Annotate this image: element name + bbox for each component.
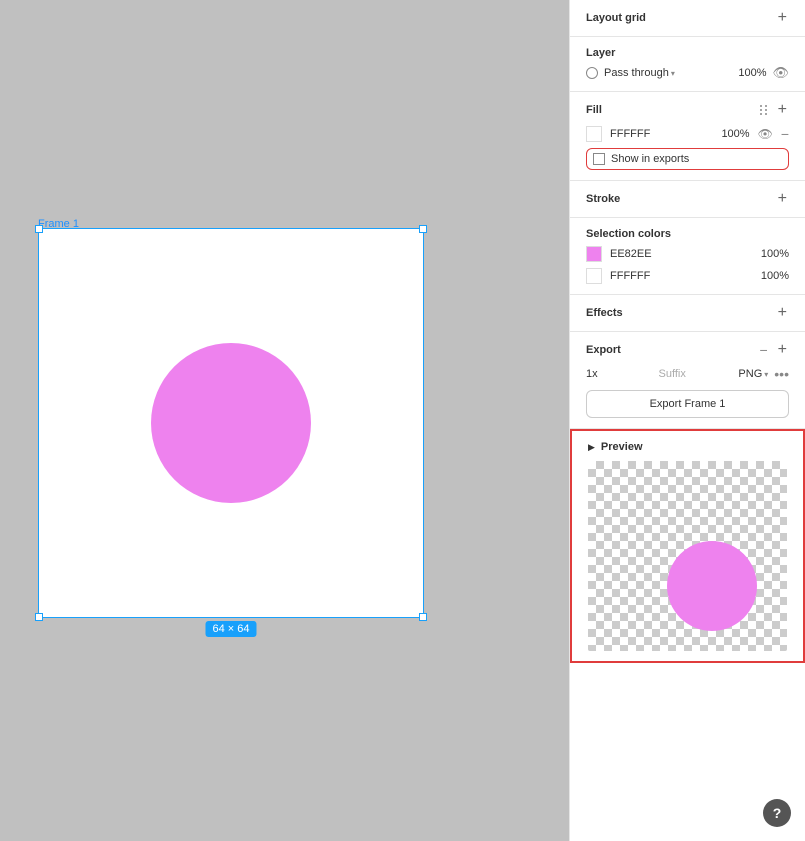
export-frame-button[interactable]: Export Frame 1 — [586, 390, 789, 418]
fill-opacity-value[interactable]: 100% — [721, 128, 749, 140]
layer-section: Layer Pass through ▾ 100% 👁 — [570, 37, 805, 92]
blend-mode-chevron: ▾ — [671, 69, 675, 78]
blend-mode-icon — [586, 67, 598, 79]
selection-colors-title: Selection colors — [586, 228, 671, 240]
add-export-button[interactable]: + — [776, 342, 789, 358]
layer-row: Pass through ▾ 100% 👁 — [586, 65, 789, 81]
export-scale[interactable]: 1x — [586, 368, 606, 380]
effects-title: Effects — [586, 307, 623, 319]
preview-canvas — [588, 461, 787, 651]
circle-element[interactable] — [151, 343, 311, 503]
selection-colors-section: Selection colors EE82EE 100% FFFFFF 100% — [570, 218, 805, 295]
stroke-section: Stroke + — [570, 181, 805, 218]
preview-header: ▶ Preview — [588, 441, 787, 453]
resize-handle-br[interactable] — [419, 613, 427, 621]
selection-color-hex-0: EE82EE — [610, 248, 753, 260]
canvas-area: Frame 1 64 × 64 — [0, 0, 569, 841]
right-panel: Layout grid + Layer Pass through ▾ 100% … — [569, 0, 805, 841]
export-format-label: PNG — [738, 368, 762, 380]
export-settings-row: 1x Suffix PNG ▾ ••• — [586, 366, 789, 382]
show-in-exports-label: Show in exports — [611, 153, 689, 165]
effects-section: Effects + — [570, 295, 805, 332]
preview-chevron-icon: ▶ — [588, 442, 595, 453]
layer-title: Layer — [586, 47, 615, 59]
export-section: Export − + 1x Suffix PNG ▾ ••• Export Fr… — [570, 332, 805, 429]
fill-dots-icon — [760, 105, 768, 115]
selection-color-swatch-1[interactable] — [586, 268, 602, 284]
fill-visibility-icon[interactable]: 👁 — [758, 127, 773, 141]
add-effect-button[interactable]: + — [776, 305, 789, 321]
visibility-icon[interactable]: 👁 — [772, 65, 789, 81]
remove-export-button[interactable]: − — [759, 342, 767, 358]
frame-container[interactable]: 64 × 64 — [38, 228, 424, 618]
fill-section: Fill + FFFFFF 100% 👁 − Show in exports — [570, 92, 805, 181]
layout-grid-title: Layout grid — [586, 12, 646, 24]
selection-color-opacity-0: 100% — [761, 248, 789, 260]
export-more-options[interactable]: ••• — [774, 366, 789, 382]
add-fill-button[interactable]: + — [776, 102, 789, 118]
resize-handle-tl[interactable] — [35, 225, 43, 233]
export-format-dropdown[interactable]: PNG ▾ — [738, 368, 768, 380]
selection-color-swatch-0[interactable] — [586, 246, 602, 262]
fill-title: Fill — [586, 104, 602, 116]
resize-handle-bl[interactable] — [35, 613, 43, 621]
preview-circle — [667, 541, 757, 631]
export-header: Export − + — [586, 342, 789, 358]
remove-fill-button[interactable]: − — [781, 126, 789, 142]
blend-mode-dropdown[interactable]: Pass through ▾ — [604, 67, 675, 79]
export-format-chevron: ▾ — [764, 370, 768, 379]
resize-handle-tr[interactable] — [419, 225, 427, 233]
stroke-title: Stroke — [586, 193, 620, 205]
layer-opacity[interactable]: 100% — [738, 67, 766, 79]
preview-section: ▶ Preview — [570, 429, 805, 663]
fill-hex-value[interactable]: FFFFFF — [610, 128, 713, 140]
size-label: 64 × 64 — [205, 621, 256, 637]
fill-color-swatch[interactable] — [586, 126, 602, 142]
selection-color-row-0: EE82EE 100% — [586, 246, 789, 262]
layout-grid-section: Layout grid + — [570, 0, 805, 37]
selection-color-hex-1: FFFFFF — [610, 270, 753, 282]
add-stroke-button[interactable]: + — [776, 191, 789, 207]
fill-header: Fill + — [586, 102, 789, 118]
add-layout-grid-button[interactable]: + — [776, 10, 789, 26]
fill-color-row: FFFFFF 100% 👁 − — [586, 126, 789, 142]
export-title: Export — [586, 344, 621, 356]
export-suffix[interactable]: Suffix — [612, 368, 732, 380]
blend-mode-label: Pass through — [604, 67, 669, 79]
selection-color-row-1: FFFFFF 100% — [586, 268, 789, 284]
help-button[interactable]: ? — [763, 799, 791, 827]
selection-color-opacity-1: 100% — [761, 270, 789, 282]
preview-title: Preview — [601, 441, 643, 453]
show-in-exports-checkbox[interactable] — [593, 153, 605, 165]
show-in-exports-row: Show in exports — [586, 148, 789, 170]
